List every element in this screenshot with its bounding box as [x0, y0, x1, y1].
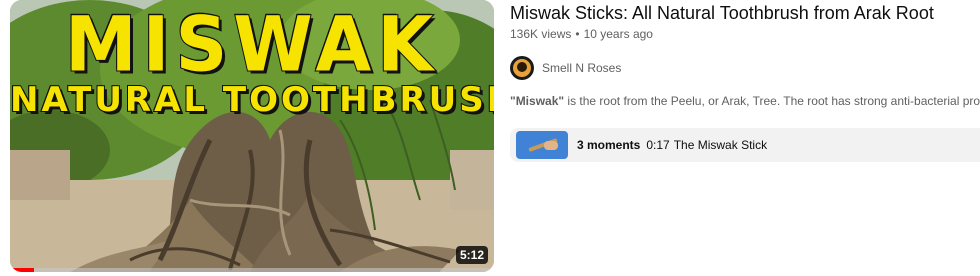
thumbnail-subtitle: NATURAL TOOTHBRUSH — [10, 79, 494, 121]
meta-separator-dot: • — [575, 27, 580, 41]
channel-link[interactable]: Smell N Roses — [510, 56, 621, 80]
video-result: MISWAK NATURAL TOOTHBRUSH 5:12 Miswak St… — [0, 0, 980, 276]
channel-name[interactable]: Smell N Roses — [542, 61, 621, 75]
channel-avatar[interactable] — [510, 56, 534, 80]
video-title[interactable]: Miswak Sticks: All Natural Toothbrush fr… — [510, 3, 934, 24]
video-description-snippet: "Miswak" is the root from the Peelu, or … — [510, 94, 980, 108]
key-moments-chip[interactable]: 3 moments 0:17 The Miswak Stick — [510, 128, 980, 162]
watch-progress-bar — [10, 268, 494, 272]
description-text: is the root from the Peelu, or Arak, Tre… — [564, 94, 980, 108]
description-bold-term: "Miswak" — [510, 94, 565, 108]
thumbnail-title-miswak: MISWAK — [64, 0, 439, 89]
watch-progress-fill — [10, 268, 35, 272]
duration-badge: 5:12 — [455, 246, 488, 264]
avatar-center — [517, 62, 527, 72]
moments-count: 3 moments — [577, 138, 641, 152]
upload-age: 10 years ago — [583, 27, 653, 41]
video-thumbnail[interactable]: MISWAK NATURAL TOOTHBRUSH 5:12 — [10, 0, 494, 272]
video-metadata: 136K views • 10 years ago — [510, 27, 653, 41]
moment-thumbnail — [516, 131, 568, 159]
view-count: 136K views — [510, 27, 572, 41]
moment-timestamp: 0:17 — [646, 138, 670, 152]
hand-icon — [544, 141, 558, 150]
moment-label: The Miswak Stick — [673, 138, 768, 152]
